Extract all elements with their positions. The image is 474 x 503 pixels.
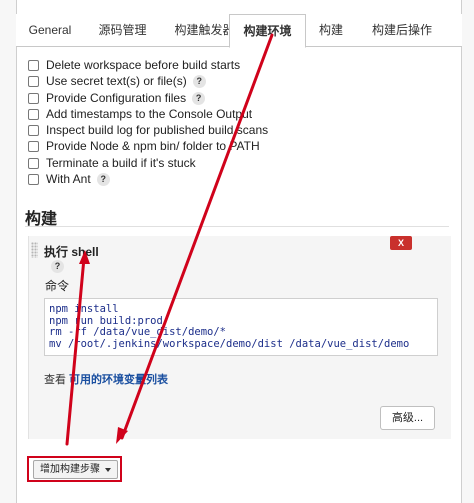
option-label: Terminate a build if it's stuck [46,156,196,170]
option-node-path[interactable]: Provide Node & npm bin/ folder to PATH [28,139,260,153]
env-vars-hint: 查看 可用的环境变量列表 [44,371,168,387]
option-with-ant[interactable]: With Ant ? [28,172,110,186]
option-delete-workspace[interactable]: Delete workspace before build starts [28,58,240,72]
checkbox[interactable] [28,173,39,185]
option-config-files[interactable]: Provide Configuration files ? [28,91,206,105]
option-label: With Ant [46,172,91,186]
help-icon[interactable]: ? [51,260,64,273]
tab-post-build[interactable]: 构建后操作 [356,14,448,47]
option-timestamps[interactable]: Add timestamps to the Console Output [28,107,252,121]
option-label: Inspect build log for published build sc… [46,123,269,137]
option-label: Provide Configuration files [46,91,187,105]
command-label: 命令 [45,279,70,293]
tab-source-control[interactable]: 源码管理 [84,14,161,47]
add-build-step-button[interactable]: 增加构建步骤 [33,460,118,479]
option-secret-text[interactable]: Use secret text(s) or file(s) ? [28,74,206,88]
env-prefix: 查看 [44,374,66,386]
checkbox[interactable] [28,75,39,87]
option-label: Use secret text(s) or file(s) [46,74,187,88]
section-divider [25,226,449,227]
caret-down-icon [105,468,111,472]
advanced-button[interactable]: 高级... [380,406,435,430]
tab-build-environment[interactable]: 构建环境 [229,14,306,48]
checkbox[interactable] [28,124,39,136]
tab-bar: General 源码管理 构建触发器 构建环境 构建 构建后操作 [16,14,462,48]
help-icon[interactable]: ? [96,172,110,186]
option-label: Delete workspace before build starts [46,58,241,72]
checkbox[interactable] [28,140,39,152]
env-vars-link[interactable]: 可用的环境变量列表 [69,374,168,386]
build-step-title: 执行 shell [44,245,99,259]
tab-general[interactable]: General [16,14,84,47]
option-label: Provide Node & npm bin/ folder to PATH [46,139,260,153]
checkbox[interactable] [28,157,39,169]
option-label: Add timestamps to the Console Output [46,107,253,121]
add-build-step-label: 增加构建步骤 [40,464,100,475]
help-icon[interactable]: ? [192,74,206,88]
checkbox[interactable] [28,59,39,71]
checkbox[interactable] [28,108,39,120]
delete-step-button[interactable]: X [390,236,412,250]
command-textarea[interactable]: npm install npm run build:prod rm -rf /d… [44,298,438,356]
checkbox[interactable] [28,92,39,104]
tab-build[interactable]: 构建 [306,14,356,47]
drag-handle-icon[interactable] [31,242,38,258]
help-icon[interactable]: ? [192,91,206,105]
option-terminate-stuck[interactable]: Terminate a build if it's stuck [28,156,196,170]
option-build-scans[interactable]: Inspect build log for published build sc… [28,123,268,137]
